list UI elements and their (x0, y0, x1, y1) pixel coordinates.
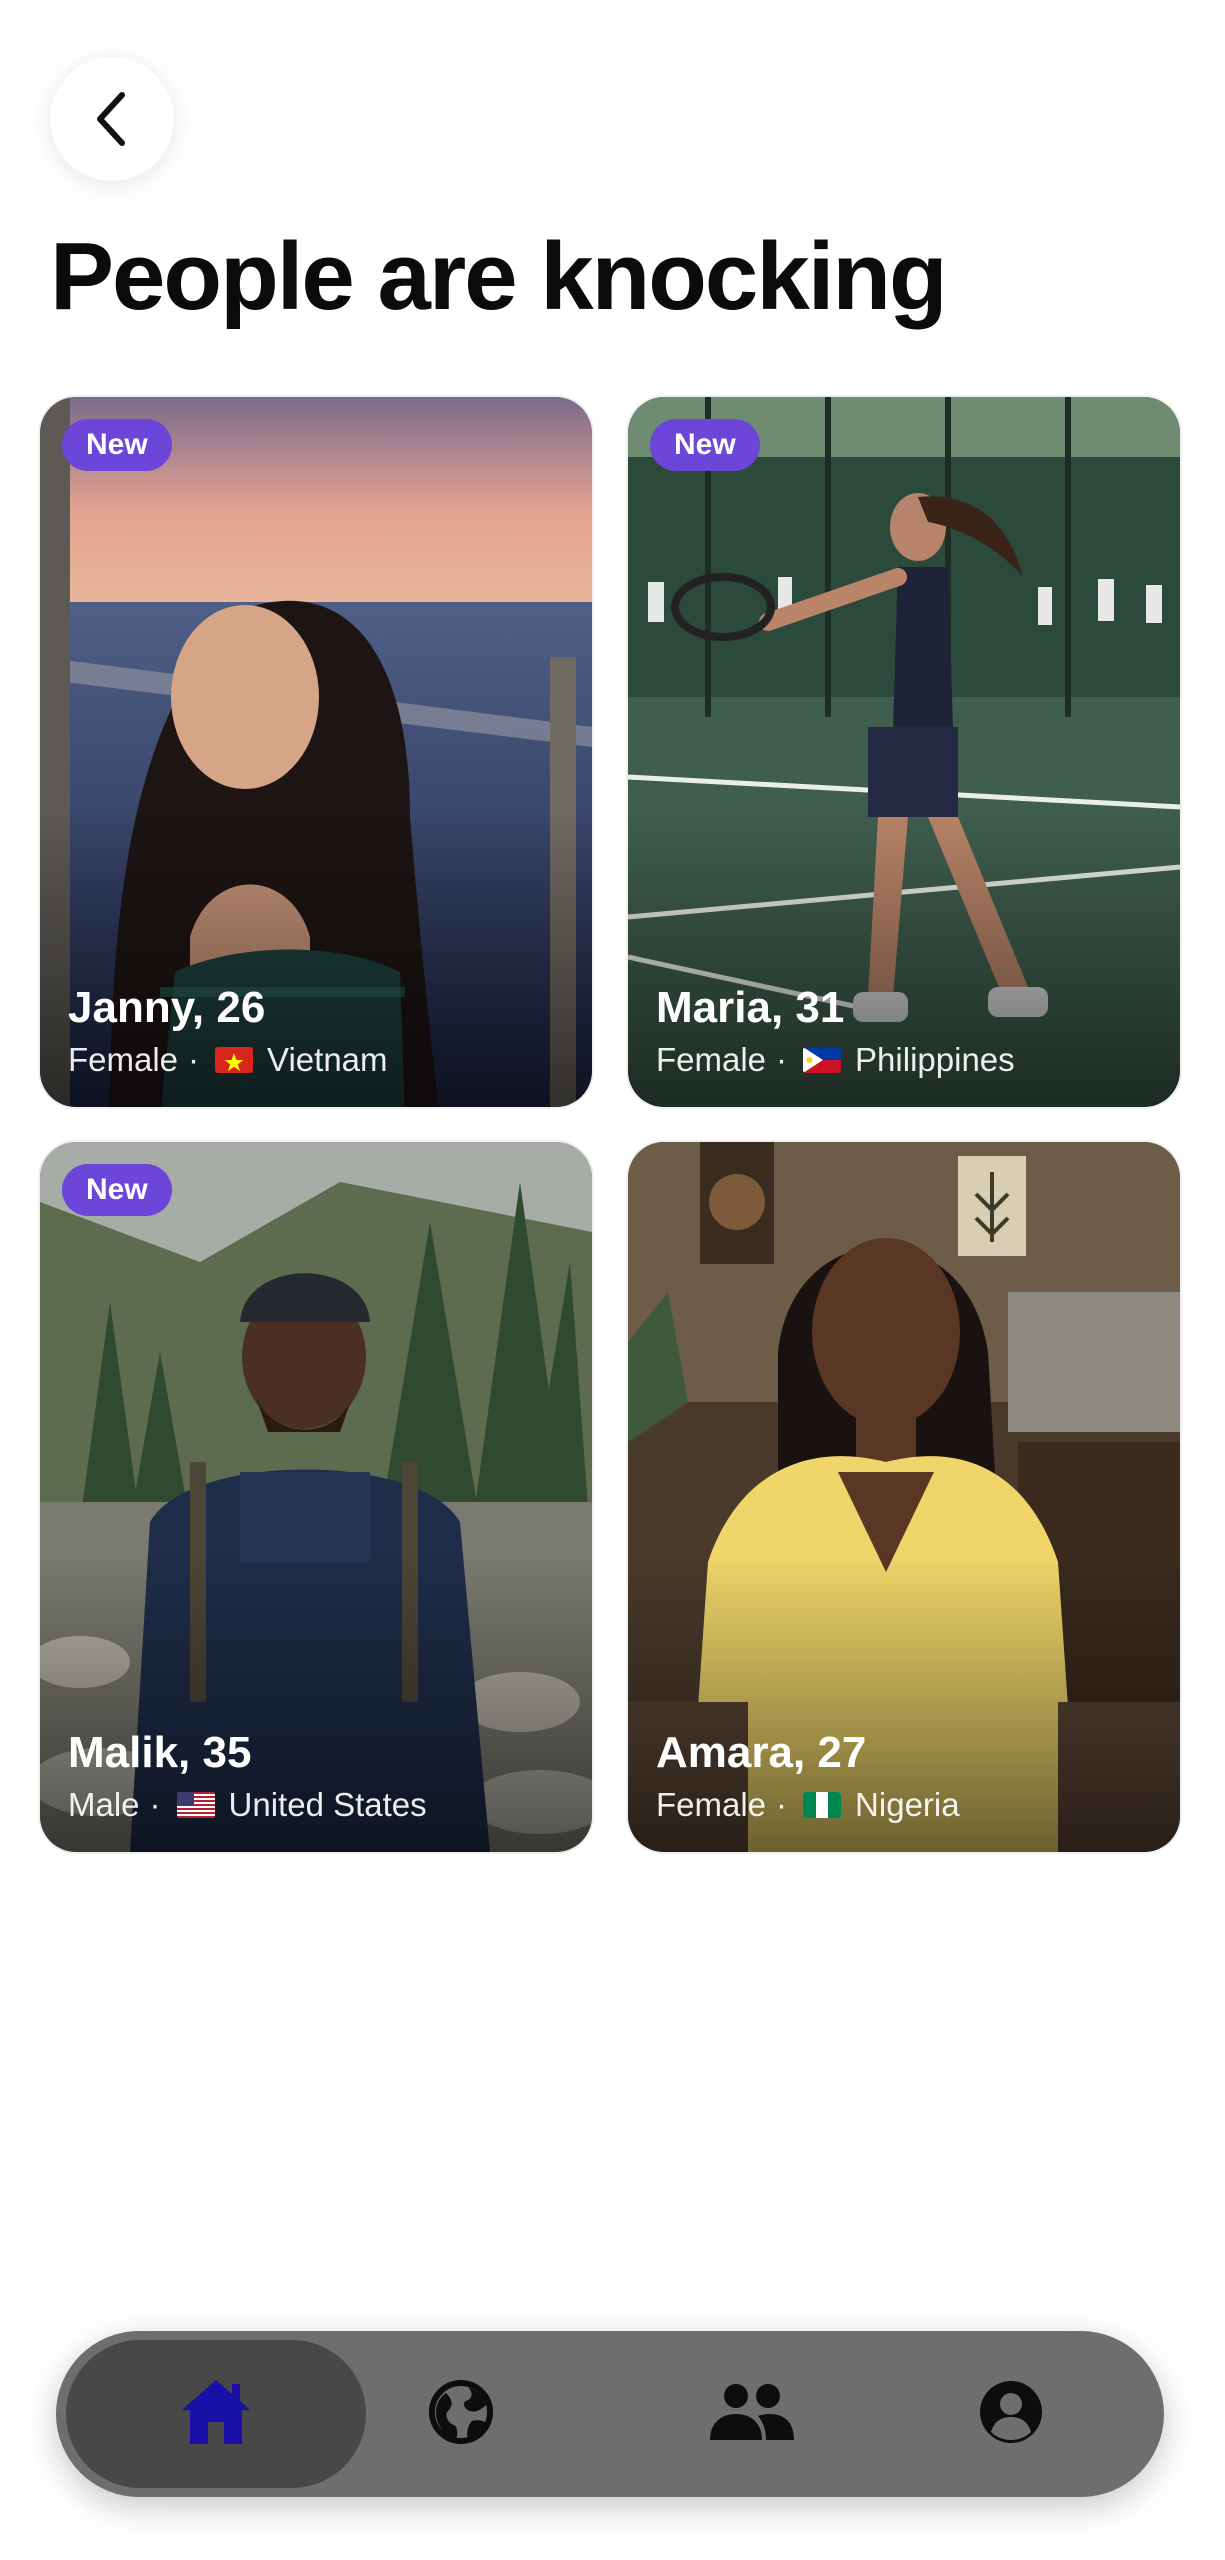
profile-name-age: Amara, 27 (656, 1728, 867, 1777)
profile-country: United States (228, 1786, 427, 1823)
tab-people[interactable] (676, 2340, 826, 2488)
meta-separator: · (776, 1786, 788, 1823)
profile-meta: Female · Nigeria (656, 1786, 960, 1824)
vietnam-flag-icon (215, 1047, 254, 1073)
people-icon (706, 2382, 796, 2447)
globe-icon (428, 2379, 494, 2450)
meta-separator: · (776, 1041, 788, 1078)
profile-name-age: Maria, 31 (656, 983, 845, 1032)
profile-name-age: Malik, 35 (68, 1728, 252, 1777)
profile-name-age: Janny, 26 (68, 983, 266, 1032)
page-title: People are knocking (50, 223, 948, 330)
tab-explore[interactable] (386, 2340, 536, 2488)
profile-card-maria[interactable]: New Maria, 31 Female · Philippines (628, 397, 1180, 1107)
home-icon (178, 2376, 254, 2453)
bottom-tab-bar (56, 2331, 1164, 2497)
meta-separator: · (188, 1041, 200, 1078)
chevron-left-icon (90, 89, 134, 149)
new-badge: New (62, 1164, 172, 1216)
profile-gender: Male (68, 1786, 140, 1823)
tab-home[interactable] (66, 2340, 366, 2488)
profile-meta: Female · Philippines (656, 1041, 1015, 1079)
profile-country: Vietnam (267, 1041, 388, 1078)
new-badge: New (650, 419, 760, 471)
meta-separator: · (149, 1786, 161, 1823)
back-button[interactable] (50, 57, 174, 181)
profile-meta: Female · Vietnam (68, 1041, 388, 1079)
tab-profile[interactable] (936, 2340, 1086, 2488)
nigeria-flag-icon (803, 1792, 842, 1818)
profile-gender: Female (68, 1041, 179, 1078)
profile-card-janny[interactable]: New Janny, 26 Female · Vietnam (40, 397, 592, 1107)
new-badge: New (62, 419, 172, 471)
profile-card-amara[interactable]: Amara, 27 Female · Nigeria (628, 1142, 1180, 1852)
philippines-flag-icon (803, 1047, 842, 1073)
profile-country: Nigeria (855, 1786, 960, 1823)
profile-grid: New Janny, 26 Female · Vietnam New Maria… (40, 397, 1180, 1852)
profile-meta: Male · United States (68, 1786, 427, 1824)
profile-gender: Female (656, 1786, 767, 1823)
profile-country: Philippines (855, 1041, 1015, 1078)
profile-gender: Female (656, 1041, 767, 1078)
united-states-flag-icon (176, 1792, 215, 1818)
profile-card-malik[interactable]: New Malik, 35 Male · United States (40, 1142, 592, 1852)
profile-icon (978, 2379, 1044, 2450)
